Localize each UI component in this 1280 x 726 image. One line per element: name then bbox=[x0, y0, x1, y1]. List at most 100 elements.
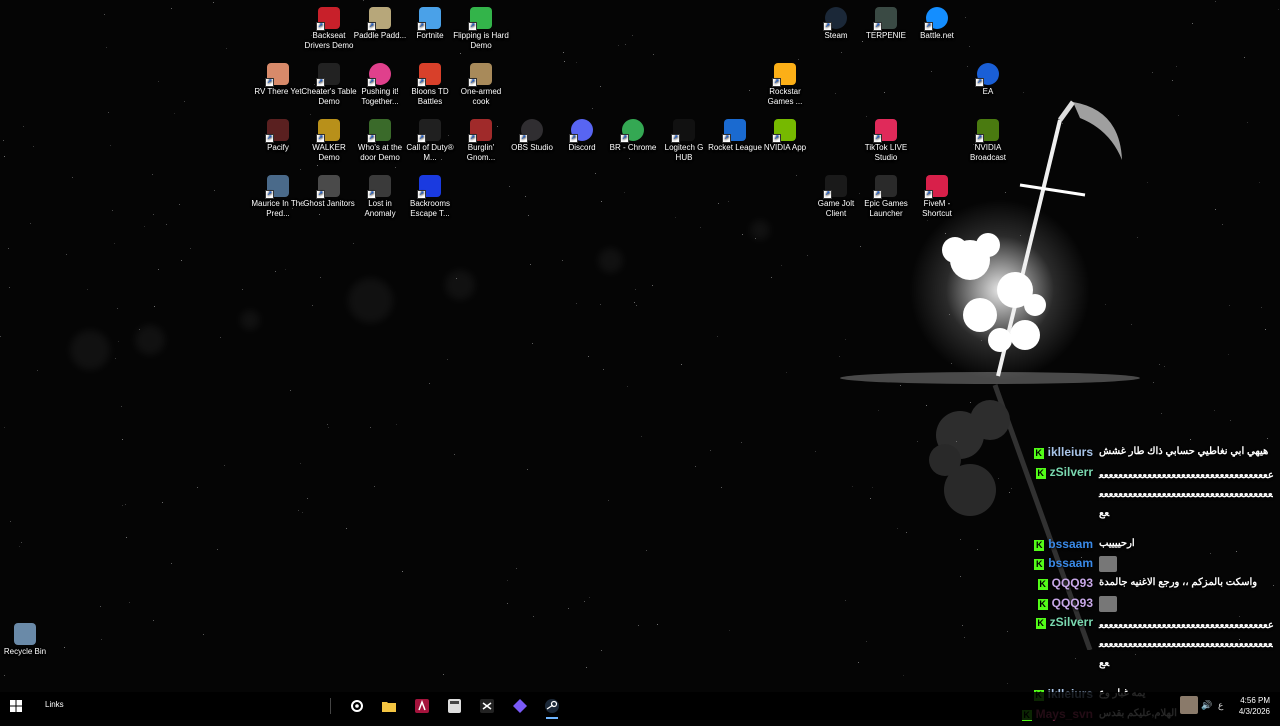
desktop-icon[interactable]: ↗ Paddle Padd... bbox=[352, 4, 408, 41]
desktop-icon[interactable]: ↗ Fortnite bbox=[402, 4, 458, 41]
desktop-icon-label: TikTok LIVE Studio bbox=[864, 143, 908, 162]
desktop-icon[interactable]: ↗ OBS Studio bbox=[504, 116, 560, 153]
windows-logo-icon bbox=[10, 700, 22, 712]
desktop-icon[interactable]: ↗ Bloons TD Battles bbox=[402, 60, 458, 107]
desktop-icon-label: Maurice In The Pred... bbox=[251, 199, 305, 218]
desktop-icon[interactable]: ↗ Flipping is Hard Demo bbox=[453, 4, 509, 51]
chat-username[interactable]: QQQ93 bbox=[1052, 596, 1093, 610]
chat-message-text: ارحييييب bbox=[1099, 537, 1135, 549]
chat-username[interactable]: iklleiurs bbox=[1048, 445, 1093, 459]
desktop-icon[interactable]: ↗ Rocket League bbox=[707, 116, 763, 153]
desktop-icon[interactable]: ↗ Epic Games Launcher bbox=[858, 172, 914, 219]
desktop-icon-label: Who's at the door Demo bbox=[357, 143, 403, 162]
chat-emote-icon bbox=[1099, 595, 1117, 612]
desktop-icon[interactable]: ↗ Burglin' Gnom... bbox=[453, 116, 509, 163]
shortcut-arrow-icon: ↗ bbox=[975, 78, 984, 87]
shortcut-arrow-icon: ↗ bbox=[823, 22, 832, 31]
shortcut-arrow-icon: ↗ bbox=[417, 22, 426, 31]
desktop-icon[interactable]: ↗ BR - Chrome bbox=[605, 116, 661, 153]
taskbar-capcut[interactable] bbox=[471, 692, 503, 720]
tray-app-icon[interactable] bbox=[1180, 696, 1198, 714]
chat-username[interactable]: zSilverr bbox=[1050, 465, 1093, 479]
chrome-icon: ↗ bbox=[620, 119, 644, 143]
desktop-icon-label: Logitech G HUB bbox=[664, 143, 704, 162]
flipping-game-icon: ↗ bbox=[468, 7, 492, 31]
desktop-icon[interactable]: ↗ Rockstar Games ... bbox=[757, 60, 813, 107]
desktop-icon[interactable]: ↗ TikTok LIVE Studio bbox=[858, 116, 914, 163]
shortcut-arrow-icon: ↗ bbox=[924, 22, 933, 31]
desktop-icon[interactable]: Recycle Bin bbox=[0, 620, 53, 657]
desktop-icon-label: Rocket League bbox=[708, 143, 762, 152]
battlenet-icon: ↗ bbox=[924, 7, 948, 31]
shortcut-arrow-icon: ↗ bbox=[417, 190, 426, 199]
desktop-icon[interactable]: ↗ Battle.net bbox=[909, 4, 965, 41]
chat-username[interactable]: bssaam bbox=[1048, 556, 1093, 570]
kick-badge-icon: K bbox=[1035, 618, 1046, 630]
desktop-icon-label: WALKER Demo bbox=[312, 143, 346, 162]
taskbar-settings[interactable] bbox=[341, 692, 373, 720]
calculator-icon bbox=[447, 699, 461, 713]
desktop-icon-label: EA bbox=[982, 87, 994, 96]
desktop-icon[interactable]: ↗ Backseat Drivers Demo bbox=[301, 4, 357, 51]
start-button[interactable] bbox=[0, 692, 32, 720]
desktop-icon-label: FiveM - Shortcut bbox=[922, 199, 952, 218]
desktop-icon[interactable]: ↗ Who's at the door Demo bbox=[352, 116, 408, 163]
gnome-icon: ↗ bbox=[468, 119, 492, 143]
desktop-icon[interactable]: ↗ Logitech G HUB bbox=[656, 116, 712, 163]
shortcut-arrow-icon: ↗ bbox=[975, 134, 984, 143]
desktop-icon[interactable]: ↗ One-armed cook bbox=[453, 60, 509, 107]
desktop-icon[interactable]: ↗ Ghost Janitors bbox=[301, 172, 357, 209]
shortcut-arrow-icon: ↗ bbox=[316, 190, 325, 199]
desktop-icon-label: NVIDIA Broadcast bbox=[969, 143, 1007, 162]
taskbar-divider bbox=[330, 698, 331, 714]
shortcut-arrow-icon: ↗ bbox=[367, 78, 376, 87]
desktop-icon[interactable]: ↗ Call of Duty® M... bbox=[402, 116, 458, 163]
discord-icon: ↗ bbox=[569, 119, 593, 143]
taskbar-linear-app[interactable] bbox=[504, 692, 536, 720]
nvidia-icon: ↗ bbox=[772, 119, 796, 143]
desktop-icon[interactable]: ↗ FiveM - Shortcut bbox=[909, 172, 965, 219]
language-indicator[interactable]: ع bbox=[1218, 700, 1223, 711]
desktop-icon[interactable]: ↗ WALKER Demo bbox=[301, 116, 357, 163]
shortcut-arrow-icon: ↗ bbox=[772, 134, 781, 143]
desktop-icon[interactable]: ↗ Cheater's Table Demo bbox=[301, 60, 357, 107]
chat-username[interactable]: zSilverr bbox=[1050, 615, 1093, 629]
desktop-icon[interactable]: ↗ RV There Yet bbox=[250, 60, 306, 97]
taskbar-adobe[interactable] bbox=[406, 692, 438, 720]
desktop-icon-label: Battle.net bbox=[920, 31, 954, 40]
desktop-icon[interactable]: ↗ Lost in Anomaly bbox=[352, 172, 408, 219]
shortcut-arrow-icon: ↗ bbox=[316, 78, 325, 87]
chat-username[interactable]: QQQ93 bbox=[1052, 576, 1093, 590]
volume-icon[interactable]: 🔊 bbox=[1201, 700, 1212, 711]
desktop-icon[interactable]: ↗ NVIDIA Broadcast bbox=[960, 116, 1016, 163]
desktop-icon[interactable]: ↗ EA bbox=[960, 60, 1016, 97]
desktop-icon-label: Discord bbox=[568, 143, 596, 152]
links-toolbar[interactable]: Links bbox=[45, 700, 64, 709]
kick-badge-icon: K bbox=[1034, 539, 1045, 551]
chat-message-text: واسكت بالمزكم ،، ورجع الاغنيه جالمدة bbox=[1099, 577, 1258, 589]
system-clock[interactable]: 4:56 PM 4/3/2026 bbox=[1239, 695, 1270, 717]
shortcut-arrow-icon: ↗ bbox=[722, 134, 731, 143]
desktop-icon[interactable]: ↗ Backrooms Escape T... bbox=[402, 172, 458, 219]
desktop-icon-label: Rockstar Games ... bbox=[767, 87, 803, 106]
desktop-icon[interactable]: ↗ NVIDIA App bbox=[757, 116, 813, 153]
taskbar-file-explorer[interactable] bbox=[373, 692, 405, 720]
bloons-icon: ↗ bbox=[417, 63, 441, 87]
chat-username[interactable]: bssaam bbox=[1048, 537, 1093, 551]
anomaly-icon: ↗ bbox=[367, 175, 391, 199]
walker-icon: ↗ bbox=[316, 119, 340, 143]
desktop-icon[interactable]: ↗ Pacify bbox=[250, 116, 306, 153]
desktop-icon[interactable]: ↗ TERPENIE bbox=[858, 4, 914, 41]
taskbar-steam[interactable] bbox=[536, 692, 568, 720]
chat-message: QQQ93 K bbox=[1010, 595, 1280, 615]
desktop-icon[interactable]: ↗ Steam bbox=[808, 4, 864, 41]
shortcut-arrow-icon: ↗ bbox=[265, 190, 274, 199]
desktop-icon[interactable]: ↗ Game Jolt Client bbox=[808, 172, 864, 219]
door-game-icon: ↗ bbox=[367, 119, 391, 143]
desktop-icon[interactable]: ↗ Maurice In The Pred... bbox=[250, 172, 306, 219]
taskbar-calculator[interactable] bbox=[438, 692, 470, 720]
desktop-icon[interactable]: ↗ Pushing it! Together... bbox=[352, 60, 408, 107]
rockstar-icon: ↗ bbox=[772, 63, 796, 87]
desktop-icon[interactable]: ↗ Discord bbox=[554, 116, 610, 153]
cook-game-icon: ↗ bbox=[468, 63, 492, 87]
